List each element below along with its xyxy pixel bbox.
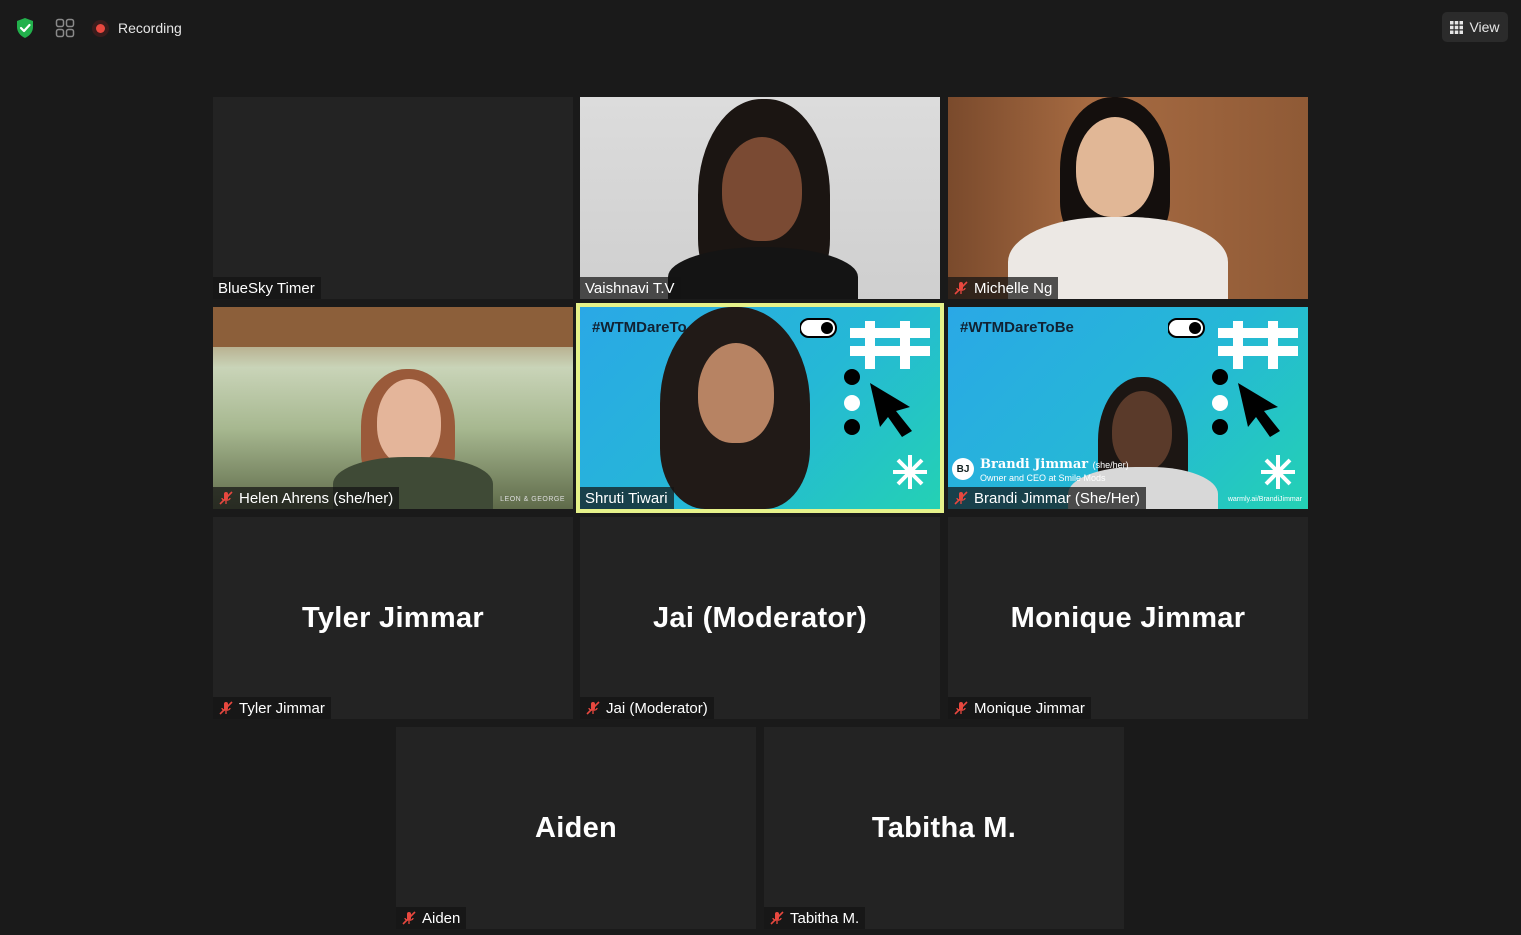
lower-third-title: Owner and CEO at Smile Mods xyxy=(980,473,1106,483)
record-dot-icon xyxy=(92,19,109,37)
participant-nametag: Vaishnavi T.V xyxy=(580,277,681,299)
hashtag-text: #WTMDareToBe xyxy=(960,319,1074,336)
participant-display-name: Jai (Moderator) xyxy=(653,601,867,634)
participant-name: Aiden xyxy=(422,909,461,927)
muted-mic-icon xyxy=(218,700,234,716)
participant-video xyxy=(213,307,573,509)
participant-tile-tyler[interactable]: Tyler Jimmar Tyler Jimmar xyxy=(213,517,573,719)
participant-tile-michelle[interactable]: Michelle Ng xyxy=(948,97,1308,299)
participant-name: Helen Ahrens (she/her) xyxy=(239,489,394,507)
hashtag-text: #WTMDareTo xyxy=(592,319,687,336)
watermark: LEON & GEORGE xyxy=(500,496,565,503)
view-button[interactable]: View xyxy=(1442,12,1508,42)
lower-third-name: Brandi Jimmar xyxy=(980,457,1089,472)
participant-name: Vaishnavi T.V xyxy=(585,279,675,297)
participant-nametag: Monique Jimmar xyxy=(948,697,1091,719)
participant-nametag: BlueSky Timer xyxy=(213,277,321,299)
brand-graphics-icon xyxy=(800,318,930,489)
participant-tile-monique[interactable]: Monique Jimmar Monique Jimmar xyxy=(948,517,1308,719)
participant-video xyxy=(948,97,1308,299)
muted-mic-icon xyxy=(401,910,417,926)
brand-graphics-icon xyxy=(1168,318,1298,489)
participant-tile-aiden[interactable]: Aiden Aiden xyxy=(396,727,756,929)
participant-tile-helen[interactable]: LEON & GEORGE Helen Ahrens (she/her) xyxy=(213,307,573,509)
participant-nametag: Jai (Moderator) xyxy=(580,697,714,719)
participant-display-name: Aiden xyxy=(534,811,618,844)
initials-badge: BJ xyxy=(952,458,974,480)
participant-display-name: Monique Jimmar xyxy=(1010,601,1246,634)
participant-video xyxy=(580,97,940,299)
muted-mic-icon xyxy=(585,700,601,716)
participant-tile-vaishnavi[interactable]: Vaishnavi T.V xyxy=(580,97,940,299)
grid-icon xyxy=(1450,20,1464,34)
participant-nametag: Shruti Tiwari xyxy=(580,487,674,509)
gallery-grid-icon[interactable] xyxy=(52,15,78,41)
participant-name: Tyler Jimmar xyxy=(239,699,325,717)
participant-name: Michelle Ng xyxy=(974,279,1053,297)
participant-video: #WTMDareTo xyxy=(580,307,940,509)
muted-mic-icon xyxy=(953,490,969,506)
recording-label: Recording xyxy=(118,20,182,36)
participant-display-name: Tyler Jimmar xyxy=(302,601,484,634)
participant-nametag: Michelle Ng xyxy=(948,277,1059,299)
meeting-top-bar: Recording View xyxy=(0,0,1521,56)
participant-tile-brandi[interactable]: #WTMDareToBe BJ Brandi Jimmar (she/her) … xyxy=(948,307,1308,509)
participant-nametag: Tabitha M. xyxy=(764,907,866,929)
participant-tile-jai[interactable]: Jai (Moderator) Jai (Moderator) xyxy=(580,517,940,719)
muted-mic-icon xyxy=(953,700,969,716)
participant-nametag: Brandi Jimmar (She/Her) xyxy=(948,487,1146,509)
participant-tile-bluesky-timer[interactable]: BlueSky Timer xyxy=(213,97,573,299)
lower-third-pronoun: (she/her) xyxy=(1092,460,1129,470)
lower-third-banner: BJ Brandi Jimmar (she/her) Owner and CEO… xyxy=(952,455,1129,483)
participant-display-name: Tabitha M. xyxy=(871,811,1017,844)
participant-nametag: Aiden xyxy=(396,907,467,929)
participant-name: Shruti Tiwari xyxy=(585,489,668,507)
participant-nametag: Tyler Jimmar xyxy=(213,697,331,719)
participant-name: Monique Jimmar xyxy=(974,699,1085,717)
muted-mic-icon xyxy=(769,910,785,926)
view-label: View xyxy=(1469,19,1500,35)
participant-name: Tabitha M. xyxy=(790,909,860,927)
participant-nametag: Helen Ahrens (she/her) xyxy=(213,487,400,509)
shield-check-icon[interactable] xyxy=(12,15,38,41)
brand-url: warmly.ai/BrandiJimmar xyxy=(1227,496,1302,503)
recording-indicator[interactable]: Recording xyxy=(92,15,182,41)
participant-name: Jai (Moderator) xyxy=(606,699,708,717)
participant-name: BlueSky Timer xyxy=(218,279,315,297)
participant-tile-tabitha[interactable]: Tabitha M. Tabitha M. xyxy=(764,727,1124,929)
muted-mic-icon xyxy=(953,280,969,296)
participant-tile-shruti[interactable]: #WTMDareTo Shruti Tiwari xyxy=(576,303,944,513)
participant-name: Brandi Jimmar (She/Her) xyxy=(974,489,1140,507)
muted-mic-icon xyxy=(218,490,234,506)
